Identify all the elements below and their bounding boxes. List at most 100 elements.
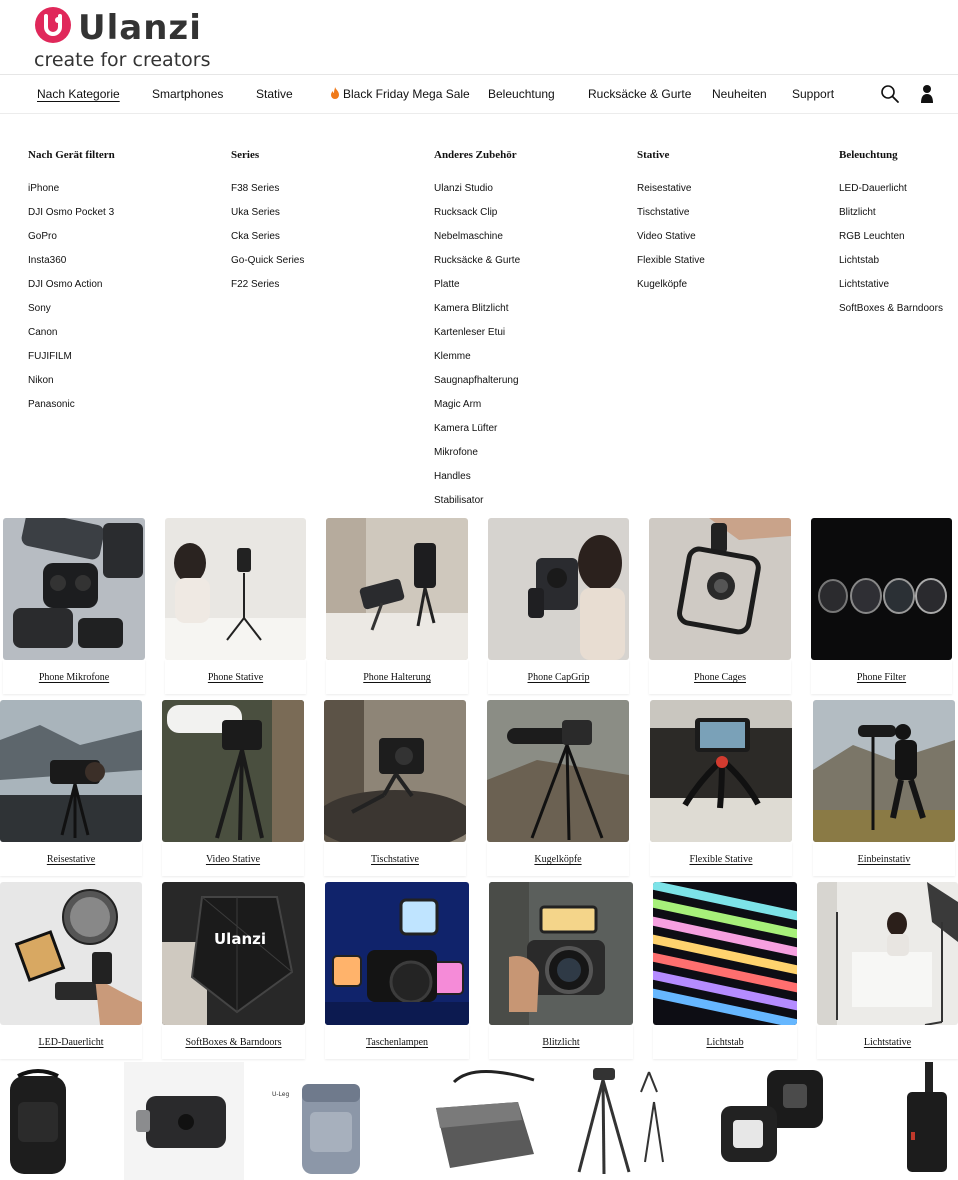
tile-image bbox=[3, 518, 145, 660]
tile-reisestative[interactable]: Reisestative bbox=[0, 700, 142, 876]
product-power-bank[interactable] bbox=[851, 1062, 958, 1180]
mega-link-mikrofone[interactable]: Mikrofone bbox=[434, 447, 520, 471]
mega-link-klemme[interactable]: Klemme bbox=[434, 351, 520, 375]
search-icon[interactable] bbox=[880, 84, 900, 104]
tile-label[interactable]: Lichtstative bbox=[817, 1037, 958, 1048]
tile-led-dauerlicht[interactable]: LED-Dauerlicht bbox=[0, 882, 142, 1059]
backpack-brand-text: U-Leg bbox=[272, 1091, 289, 1098]
nav-item-black-friday[interactable]: Black Friday Mega Sale bbox=[330, 87, 470, 101]
tile-label[interactable]: Blitzlicht bbox=[489, 1037, 633, 1048]
mega-link-gopro[interactable]: GoPro bbox=[28, 231, 115, 255]
nav-item-support[interactable]: Support bbox=[792, 87, 834, 101]
tile-label[interactable]: Einbeinstativ bbox=[813, 854, 955, 865]
mega-link-reisestative[interactable]: Reisestative bbox=[637, 183, 705, 207]
mega-link-go-quick-series[interactable]: Go-Quick Series bbox=[231, 255, 304, 279]
product-camera-bag[interactable] bbox=[414, 1062, 548, 1180]
product-quick-release-plate[interactable] bbox=[124, 1062, 244, 1180]
nav-item-stative[interactable]: Stative bbox=[256, 87, 293, 101]
product-backpack-grey[interactable]: U-Leg bbox=[258, 1062, 400, 1180]
mega-link-kartenleser-etui[interactable]: Kartenleser Etui bbox=[434, 327, 520, 351]
mega-link-softboxes-barndoors[interactable]: SoftBoxes & Barndoors bbox=[839, 303, 943, 327]
tile-label[interactable]: Phone Mikrofone bbox=[3, 672, 145, 683]
tile-label[interactable]: Phone Halterung bbox=[326, 672, 468, 683]
mega-col-stative: Stative Reisestative Tischstative Video … bbox=[637, 149, 705, 303]
tile-label[interactable]: LED-Dauerlicht bbox=[0, 1037, 142, 1048]
mega-link-panasonic[interactable]: Panasonic bbox=[28, 399, 115, 423]
mega-link-saugnapfhalterung[interactable]: Saugnapfhalterung bbox=[434, 375, 520, 399]
tile-phone-mikrofone[interactable]: Phone Mikrofone bbox=[3, 518, 145, 694]
tile-label[interactable]: Reisestative bbox=[0, 854, 142, 865]
tile-phone-capgrip[interactable]: Phone CapGrip bbox=[488, 518, 629, 694]
mega-link-blitzlicht[interactable]: Blitzlicht bbox=[839, 207, 943, 231]
tile-video-stative[interactable]: Video Stative bbox=[162, 700, 304, 876]
mega-link-stabilisator[interactable]: Stabilisator bbox=[434, 495, 520, 519]
tile-label[interactable]: Video Stative bbox=[162, 854, 304, 865]
product-led-lights[interactable] bbox=[697, 1062, 847, 1180]
tile-blitzlicht[interactable]: Blitzlicht bbox=[489, 882, 633, 1059]
mega-link-magic-arm[interactable]: Magic Arm bbox=[434, 399, 520, 423]
mega-link-rucksaecke-gurte[interactable]: Rucksäcke & Gurte bbox=[434, 255, 520, 279]
tile-image bbox=[488, 518, 629, 660]
mega-link-rucksack-clip[interactable]: Rucksack Clip bbox=[434, 207, 520, 231]
tile-label[interactable]: Lichtstab bbox=[653, 1037, 797, 1048]
tile-label[interactable]: Tischstative bbox=[324, 854, 466, 865]
tile-label[interactable]: SoftBoxes & Barndoors bbox=[162, 1037, 305, 1048]
mega-link-f38-series[interactable]: F38 Series bbox=[231, 183, 304, 207]
mega-link-kugelkoepfe[interactable]: Kugelköpfe bbox=[637, 279, 705, 303]
mega-link-nikon[interactable]: Nikon bbox=[28, 375, 115, 399]
mega-link-video-stative[interactable]: Video Stative bbox=[637, 231, 705, 255]
mega-link-tischstative[interactable]: Tischstative bbox=[637, 207, 705, 231]
product-tripods[interactable] bbox=[549, 1062, 689, 1180]
mega-link-canon[interactable]: Canon bbox=[28, 327, 115, 351]
nav-item-neuheiten[interactable]: Neuheiten bbox=[712, 87, 767, 101]
tile-kugelkoepfe[interactable]: Kugelköpfe bbox=[487, 700, 629, 876]
nav-item-rucksaecke[interactable]: Rucksäcke & Gurte bbox=[588, 87, 691, 101]
tile-lichtstative[interactable]: Lichtstative bbox=[817, 882, 958, 1059]
tile-phone-halterung[interactable]: Phone Halterung bbox=[326, 518, 468, 694]
mega-link-lichtstative[interactable]: Lichtstative bbox=[839, 279, 943, 303]
tile-flexible-stative[interactable]: Flexible Stative bbox=[650, 700, 792, 876]
tile-softboxes-barndoors[interactable]: Ulanzi SoftBoxes & Barndoors bbox=[162, 882, 305, 1059]
tile-einbeinstativ[interactable]: Einbeinstativ bbox=[813, 700, 955, 876]
mega-link-insta360[interactable]: Insta360 bbox=[28, 255, 115, 279]
mega-link-fujifilm[interactable]: FUJIFILM bbox=[28, 351, 115, 375]
mega-link-f22-series[interactable]: F22 Series bbox=[231, 279, 304, 303]
mega-link-dji-osmo-action[interactable]: DJI Osmo Action bbox=[28, 279, 115, 303]
tile-taschenlampen[interactable]: Taschenlampen bbox=[325, 882, 469, 1059]
tile-phone-filter[interactable]: Phone Filter bbox=[811, 518, 952, 694]
tile-label[interactable]: Phone CapGrip bbox=[488, 672, 629, 683]
mega-link-sony[interactable]: Sony bbox=[28, 303, 115, 327]
tile-phone-stative[interactable]: Phone Stative bbox=[165, 518, 306, 694]
mega-link-platte[interactable]: Platte bbox=[434, 279, 520, 303]
mega-link-kamera-luefter[interactable]: Kamera Lüfter bbox=[434, 423, 520, 447]
mega-link-flexible-stative[interactable]: Flexible Stative bbox=[637, 255, 705, 279]
mega-link-lichtstab[interactable]: Lichtstab bbox=[839, 255, 943, 279]
mega-link-dji-osmo-pocket-3[interactable]: DJI Osmo Pocket 3 bbox=[28, 207, 115, 231]
mega-link-rgb-leuchten[interactable]: RGB Leuchten bbox=[839, 231, 943, 255]
tile-tischstative[interactable]: Tischstative bbox=[324, 700, 466, 876]
nav-item-nach-kategorie[interactable]: Nach Kategorie bbox=[37, 87, 120, 101]
nav-item-smartphones[interactable]: Smartphones bbox=[152, 87, 223, 101]
mega-link-nebelmaschine[interactable]: Nebelmaschine bbox=[434, 231, 520, 255]
user-icon[interactable] bbox=[917, 84, 937, 104]
tile-image bbox=[650, 700, 792, 842]
tile-label[interactable]: Kugelköpfe bbox=[487, 854, 629, 865]
mega-link-cka-series[interactable]: Cka Series bbox=[231, 231, 304, 255]
tile-label[interactable]: Flexible Stative bbox=[650, 854, 792, 865]
brand-tagline: create for creators bbox=[34, 49, 211, 71]
tile-label[interactable]: Phone Stative bbox=[165, 672, 306, 683]
mega-link-iphone[interactable]: iPhone bbox=[28, 183, 115, 207]
mega-link-led-dauerlicht[interactable]: LED-Dauerlicht bbox=[839, 183, 943, 207]
nav-item-beleuchtung[interactable]: Beleuchtung bbox=[488, 87, 555, 101]
tile-phone-cages[interactable]: Phone Cages bbox=[649, 518, 791, 694]
mega-link-ulanzi-studio[interactable]: Ulanzi Studio bbox=[434, 183, 520, 207]
product-backpack-black[interactable] bbox=[0, 1062, 110, 1180]
tile-label[interactable]: Phone Filter bbox=[811, 672, 952, 683]
tile-lichtstab[interactable]: Lichtstab bbox=[653, 882, 797, 1059]
tile-label[interactable]: Taschenlampen bbox=[325, 1037, 469, 1048]
mega-link-uka-series[interactable]: Uka Series bbox=[231, 207, 304, 231]
mega-link-kamera-blitzlicht[interactable]: Kamera Blitzlicht bbox=[434, 303, 520, 327]
ulanzi-logo-icon bbox=[35, 7, 71, 43]
mega-link-handles[interactable]: Handles bbox=[434, 471, 520, 495]
tile-label[interactable]: Phone Cages bbox=[649, 672, 791, 683]
